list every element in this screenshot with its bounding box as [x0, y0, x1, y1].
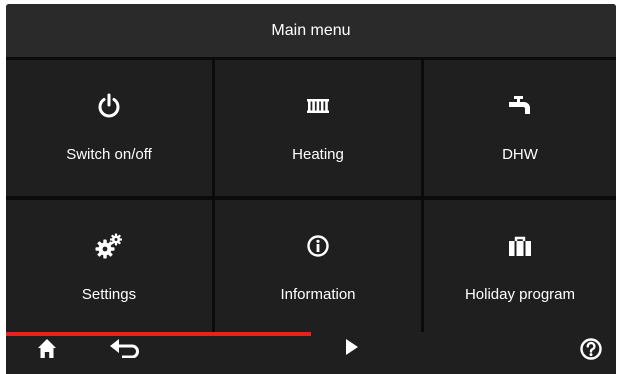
radiator-icon	[298, 90, 338, 122]
home-icon	[37, 338, 57, 358]
tile-settings[interactable]: Settings	[6, 200, 212, 334]
tile-label: Holiday program	[464, 286, 576, 303]
bottom-nav-bar	[6, 336, 616, 374]
back-arrow-icon	[108, 338, 142, 358]
help-button[interactable]	[571, 338, 611, 374]
help-icon	[580, 338, 602, 360]
info-icon	[298, 230, 338, 262]
power-icon	[89, 90, 129, 122]
tile-label: Heating	[292, 146, 344, 163]
tile-switch-on-off[interactable]: Switch on/off	[6, 60, 212, 196]
title-bar: Main menu	[6, 4, 616, 57]
tile-information[interactable]: Information	[215, 200, 421, 334]
tile-heating[interactable]: Heating	[215, 60, 421, 196]
play-icon	[345, 338, 359, 356]
tile-holiday-program[interactable]: Holiday program	[424, 200, 616, 334]
tile-label: Information	[280, 286, 356, 303]
display-panel: Main menu Switch on/off Heating DHW Sett…	[6, 4, 616, 374]
screen: Main menu Switch on/off Heating DHW Sett…	[0, 0, 622, 374]
play-button[interactable]	[332, 338, 372, 374]
home-button[interactable]	[27, 338, 67, 374]
tile-label: Settings	[81, 286, 137, 303]
tile-label: Switch on/off	[66, 146, 152, 163]
page-title: Main menu	[271, 21, 351, 39]
suitcase-icon	[500, 230, 540, 262]
tile-label: DHW	[502, 146, 538, 163]
menu-grid: Switch on/off Heating DHW Settings Infor…	[6, 60, 616, 334]
faucet-icon	[500, 90, 540, 122]
tile-dhw[interactable]: DHW	[424, 60, 616, 196]
back-button[interactable]	[105, 338, 145, 374]
gears-icon	[89, 230, 129, 262]
